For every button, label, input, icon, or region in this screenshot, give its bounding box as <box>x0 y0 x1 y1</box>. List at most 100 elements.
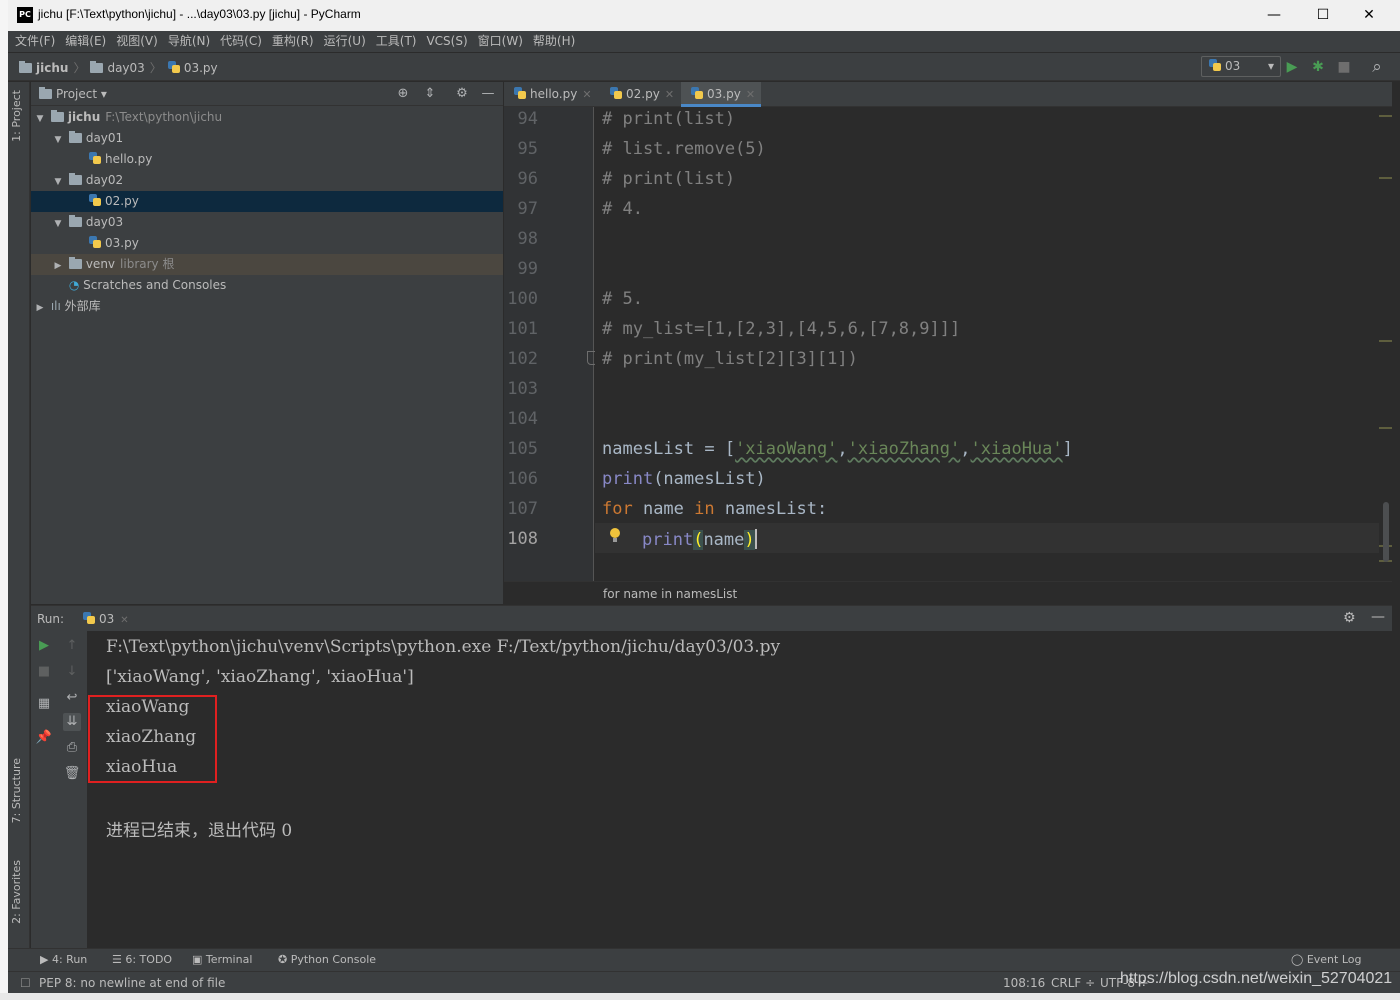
navigation-bar: jichu 〉 day03 〉 03.py 03 ▾ ▶ ✱ ■ ⌕ <box>8 53 1400 81</box>
editor-breadcrumb: for name in namesList <box>504 581 1392 604</box>
menu-code[interactable]: 代码(C) <box>215 31 267 52</box>
rerun-icon[interactable]: ▶ <box>35 637 53 655</box>
layout-icon[interactable]: ▦ <box>35 695 53 713</box>
editor-tabs: hello.py ✕ 02.py ✕ 03.py ✕ <box>504 82 1392 107</box>
menu-refactor[interactable]: 重构(R) <box>267 31 319 52</box>
up-arrow-icon[interactable]: ↑ <box>63 637 81 655</box>
pycharm-logo-icon: PC <box>17 7 33 23</box>
close-tab-icon[interactable]: ✕ <box>120 615 128 626</box>
scroll-to-end-icon[interactable]: ⇊ <box>63 713 81 731</box>
tab-02-py[interactable]: 02.py ✕ <box>600 82 680 107</box>
line-number: 101 <box>507 319 538 339</box>
pin-icon[interactable]: 📌 <box>35 729 53 747</box>
folder-icon <box>68 131 82 143</box>
minimize-button[interactable]: — <box>1251 0 1297 31</box>
tree-item-day03[interactable]: ▼ day03 <box>31 212 503 233</box>
line-separator-select[interactable]: CRLF ÷ <box>1051 976 1095 990</box>
menu-run[interactable]: 运行(U) <box>319 31 371 52</box>
menu-vcs[interactable]: VCS(S) <box>421 31 472 52</box>
run-icon[interactable]: ▶ <box>1283 58 1301 76</box>
trash-icon[interactable]: 🗑 <box>63 765 81 783</box>
code-line: # 4. <box>602 199 643 219</box>
code-line: # print(my_list[2][3][1]) <box>602 349 858 369</box>
tab-hello-py[interactable]: hello.py ✕ <box>504 82 596 107</box>
line-number: 95 <box>517 139 538 159</box>
down-arrow-icon[interactable]: ↓ <box>63 663 81 681</box>
close-tab-icon[interactable]: ✕ <box>582 88 591 101</box>
run-console[interactable]: F:\Text\python\jichu\venv\Scripts\python… <box>88 631 1392 948</box>
code-line: namesList = ['xiaoWang','xiaoZhang','xia… <box>602 439 1073 459</box>
structure-tool-tab[interactable]: 7: Structure <box>10 758 23 823</box>
stop-icon[interactable]: ■ <box>35 663 53 681</box>
chevron-right-icon: ▶ <box>36 303 44 313</box>
editor-breadcrumb-text[interactable]: for name in namesList <box>603 587 737 601</box>
status-panel-toggle-icon[interactable]: ☐ <box>20 976 31 990</box>
line-number: 103 <box>507 379 538 399</box>
lightbulb-icon[interactable] <box>609 528 621 544</box>
code-line-current: print(name) <box>642 529 757 550</box>
menu-help[interactable]: 帮助(H) <box>528 31 580 52</box>
event-log-icon: ◯ <box>1291 953 1307 966</box>
debug-icon[interactable]: ✱ <box>1309 58 1327 76</box>
tree-item-hello-py[interactable]: hello.py <box>31 149 503 170</box>
breadcrumb-file[interactable]: 03.py <box>184 61 218 75</box>
event-log-button[interactable]: ◯ Event Log <box>1291 953 1361 966</box>
collapse-all-icon[interactable]: ⇕ <box>421 85 439 103</box>
search-icon[interactable]: ⌕ <box>1368 58 1386 76</box>
list-icon: ☰ <box>112 953 126 966</box>
print-icon[interactable]: ⎙ <box>63 739 81 757</box>
tree-item-day02[interactable]: ▼ day02 <box>31 170 503 191</box>
menu-edit[interactable]: 编辑(E) <box>60 31 111 52</box>
tool-tab-run[interactable]: ▶ 4: Run <box>40 953 87 966</box>
maximize-button[interactable]: ☐ <box>1300 0 1346 31</box>
python-file-icon <box>88 193 102 207</box>
python-file-icon <box>609 86 623 100</box>
breadcrumb-project[interactable]: jichu <box>36 61 68 75</box>
chevron-down-icon: ▾ <box>1267 59 1274 73</box>
tree-item-scratches[interactable]: ◔ Scratches and Consoles <box>31 275 503 296</box>
menu-navigate[interactable]: 导航(N) <box>163 31 215 52</box>
project-view-selector[interactable]: Project ▾ <box>39 87 107 101</box>
cursor-position[interactable]: 108:16 <box>1003 976 1045 990</box>
gear-icon[interactable]: ⚙ <box>453 85 471 103</box>
menu-tools[interactable]: 工具(T) <box>371 31 422 52</box>
gear-icon[interactable]: ⚙ <box>1343 610 1356 626</box>
line-number-gutter: 94 95 96 97 98 99 100 101 102 103 104 10… <box>504 107 598 581</box>
tree-item-03-py[interactable]: 03.py <box>31 233 503 254</box>
line-number: 104 <box>507 409 538 429</box>
folder-icon <box>19 61 32 73</box>
project-tool-tab[interactable]: 1: Project <box>10 90 23 142</box>
close-tab-icon[interactable]: ✕ <box>665 88 674 101</box>
tool-tab-python-console[interactable]: ✪ Python Console <box>278 953 376 966</box>
line-number: 105 <box>507 439 538 459</box>
soft-wrap-icon[interactable]: ↩ <box>63 689 81 707</box>
editor-scrollbar[interactable] <box>1379 107 1392 581</box>
line-number: 107 <box>507 499 538 519</box>
tool-tab-todo[interactable]: ☰ 6: TODO <box>112 953 172 966</box>
tree-item-day01[interactable]: ▼ day01 <box>31 128 503 149</box>
locate-icon[interactable]: ⊕ <box>394 85 412 103</box>
menu-view[interactable]: 视图(V) <box>111 31 163 52</box>
menu-window[interactable]: 窗口(W) <box>473 31 528 52</box>
run-panel-header: Run: 03 ✕ ⚙ — <box>31 605 1392 631</box>
chevron-down-icon: ▼ <box>54 219 62 229</box>
hide-panel-icon[interactable]: — <box>479 85 497 103</box>
run-configuration-select[interactable]: 03 ▾ <box>1201 56 1281 77</box>
tree-item-02-py[interactable]: 02.py <box>31 191 503 212</box>
code-editor[interactable]: # print(list) # list.remove(5) # print(l… <box>595 107 1379 581</box>
scrollbar-thumb[interactable] <box>1383 502 1389 562</box>
tab-03-py[interactable]: 03.py ✕ <box>681 82 761 107</box>
run-tab-03[interactable]: 03 ✕ <box>82 611 129 626</box>
close-tab-icon[interactable]: ✕ <box>746 88 755 101</box>
tree-item-external-libraries[interactable]: ▶ ılı 外部库 <box>31 296 503 317</box>
favorites-tool-tab[interactable]: 2: Favorites <box>10 860 23 924</box>
close-button[interactable]: ✕ <box>1346 0 1392 31</box>
stop-icon[interactable]: ■ <box>1335 58 1353 76</box>
hide-panel-icon[interactable]: — <box>1371 609 1385 625</box>
tree-item-jichu[interactable]: ▼ jichu F:\Text\python\jichu <box>31 107 503 128</box>
tree-item-venv[interactable]: ▶ venv library 根 <box>31 254 503 275</box>
tool-tab-terminal[interactable]: ▣ Terminal <box>192 953 252 966</box>
breadcrumb-folder[interactable]: day03 <box>107 61 144 75</box>
menu-file[interactable]: 文件(F) <box>10 31 60 52</box>
chevron-down-icon: ▼ <box>54 177 62 187</box>
